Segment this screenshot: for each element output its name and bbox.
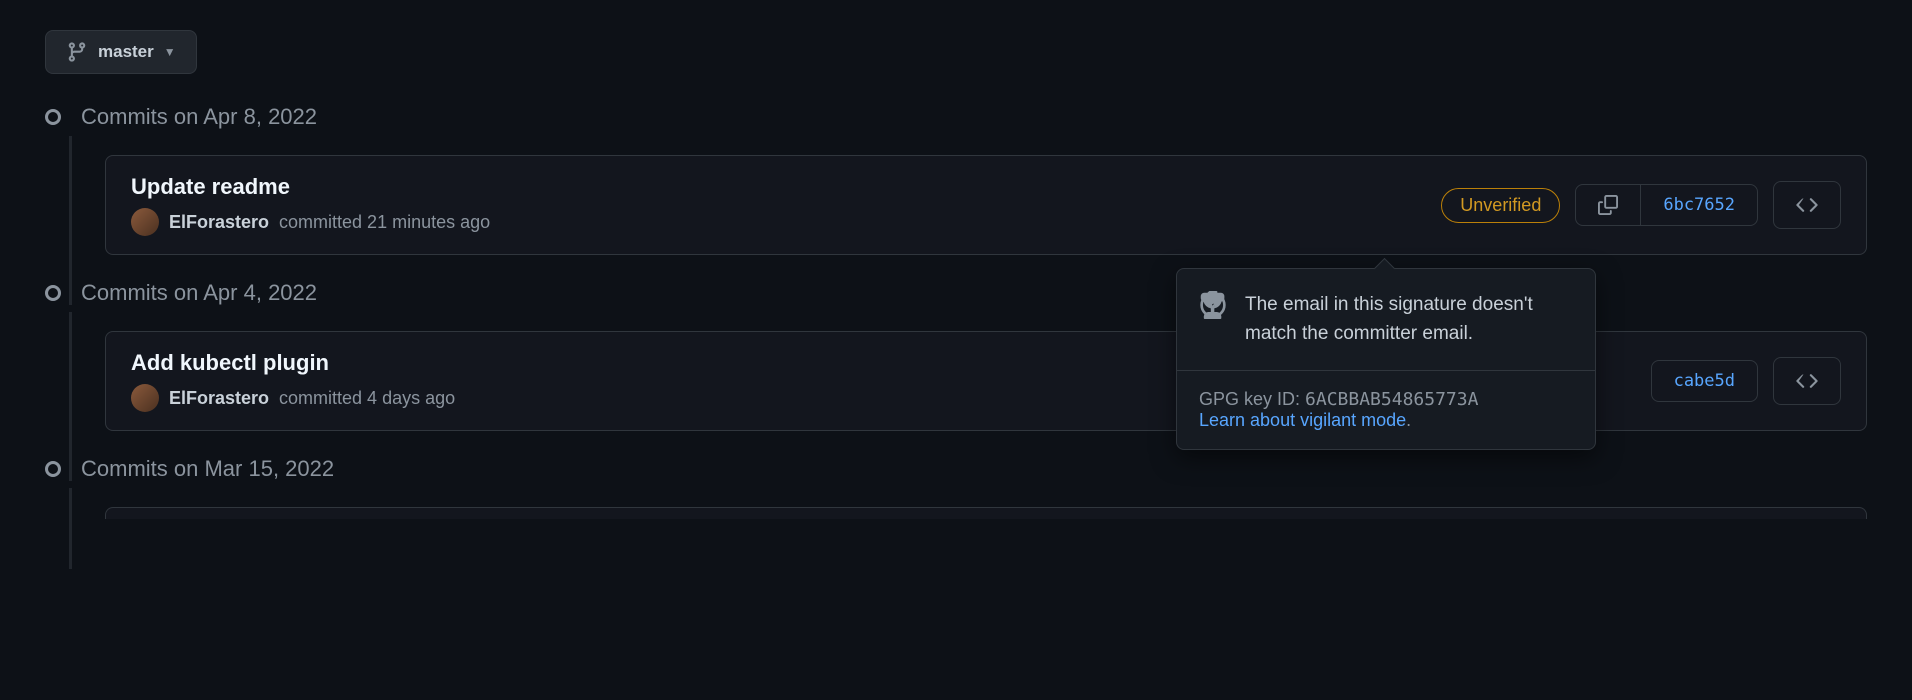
browse-code-button[interactable] <box>1773 357 1841 405</box>
gpg-key-id: 6ACBBAB54865773A <box>1305 389 1478 410</box>
commit-dot-icon <box>45 461 61 477</box>
commit-info: Update readme ElForastero committed 21 m… <box>131 174 1441 236</box>
commit-author[interactable]: ElForastero <box>169 212 269 233</box>
svg-text:?: ? <box>1208 297 1218 314</box>
git-branch-icon <box>66 41 88 63</box>
date-header: Commits on Mar 15, 2022 <box>45 456 1867 482</box>
commit-card-partial <box>105 507 1867 519</box>
date-label: Commits on Apr 4, 2022 <box>81 280 317 306</box>
commit-actions: Unverified 6bc7652 <box>1441 181 1841 229</box>
vigilant-mode-link[interactable]: Learn about vigilant mode <box>1199 410 1406 430</box>
date-label: Commits on Mar 15, 2022 <box>81 456 334 482</box>
branch-selector[interactable]: master ▼ <box>45 30 197 74</box>
commit-timeline: Commits on Apr 8, 2022 Update readme ElF… <box>45 104 1867 519</box>
date-header: Commits on Apr 8, 2022 <box>45 104 1867 130</box>
commit-actions: cabe5d <box>1651 357 1841 405</box>
commit-card: Add kubectl plugin ElForastero committed… <box>105 331 1867 431</box>
commit-dot-icon <box>45 109 61 125</box>
sha-button-group: cabe5d <box>1651 360 1758 402</box>
commit-title[interactable]: Update readme <box>131 174 1441 200</box>
commit-time: committed 21 minutes ago <box>279 212 490 233</box>
period: . <box>1406 410 1411 430</box>
copy-sha-button[interactable] <box>1576 185 1640 225</box>
gpg-label: GPG key ID: <box>1199 389 1305 409</box>
commit-date-group: Commits on Apr 8, 2022 Update readme ElF… <box>45 104 1867 255</box>
commit-meta: ElForastero committed 21 minutes ago <box>131 208 1441 236</box>
popover-message: The email in this signature doesn't matc… <box>1245 291 1573 348</box>
signature-popover: ? The email in this signature doesn't ma… <box>1176 268 1596 450</box>
copy-icon <box>1598 195 1618 215</box>
commit-sha-link[interactable]: 6bc7652 <box>1640 185 1757 225</box>
commit-card: Update readme ElForastero committed 21 m… <box>105 155 1867 255</box>
popover-body: ? The email in this signature doesn't ma… <box>1177 269 1595 371</box>
commit-dot-icon <box>45 285 61 301</box>
unverified-badge[interactable]: Unverified <box>1441 188 1560 223</box>
commit-author[interactable]: ElForastero <box>169 388 269 409</box>
commit-time: committed 4 days ago <box>279 388 455 409</box>
commit-sha-link[interactable]: cabe5d <box>1652 361 1757 401</box>
unverified-icon: ? <box>1199 291 1227 348</box>
sha-button-group: 6bc7652 <box>1575 184 1758 226</box>
chevron-down-icon: ▼ <box>164 45 176 59</box>
popover-footer: GPG key ID: 6ACBBAB54865773A Learn about… <box>1177 371 1595 449</box>
code-icon <box>1796 370 1818 392</box>
avatar[interactable] <box>131 208 159 236</box>
code-icon <box>1796 194 1818 216</box>
browse-code-button[interactable] <box>1773 181 1841 229</box>
avatar[interactable] <box>131 384 159 412</box>
date-label: Commits on Apr 8, 2022 <box>81 104 317 130</box>
branch-name: master <box>98 42 154 62</box>
timeline-line <box>69 488 72 569</box>
commit-date-group: Commits on Mar 15, 2022 <box>45 456 1867 519</box>
